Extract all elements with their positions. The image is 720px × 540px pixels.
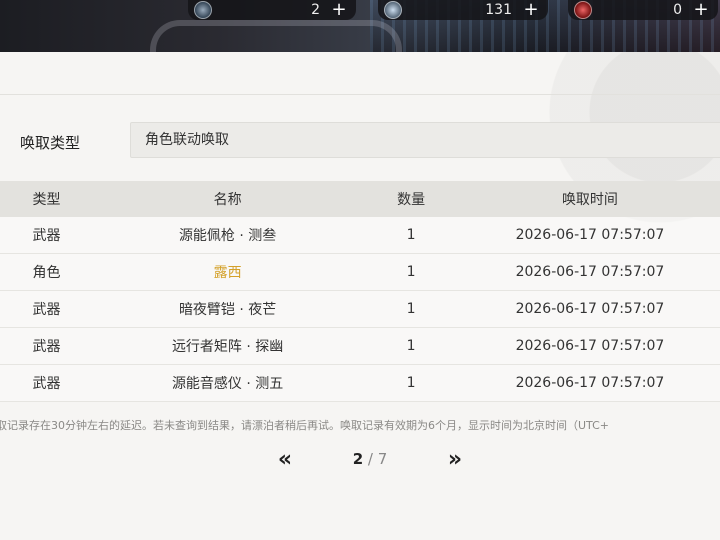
- add-currency-button[interactable]: +: [692, 1, 710, 19]
- header-type: 类型: [32, 192, 61, 208]
- current-page: 2: [352, 450, 364, 468]
- currency-amount: 131: [485, 2, 512, 18]
- table-row: 武器 源能佩枪 · 测叁 1 2026-06-17 07:57:07: [0, 217, 720, 254]
- cell-time: 2026-06-17 07:57:07: [515, 375, 665, 391]
- pagination: « 2 / 7 »: [270, 445, 470, 473]
- cell-type: 武器: [32, 302, 61, 318]
- add-currency-button[interactable]: +: [522, 1, 540, 19]
- next-page-button[interactable]: »: [440, 447, 470, 472]
- cell-quantity: 1: [406, 264, 416, 280]
- currency-bar-gem: 0 +: [568, 0, 718, 20]
- cell-quantity: 1: [406, 338, 416, 354]
- page-separator: /: [363, 450, 378, 468]
- currency-bar-token: 2 +: [188, 0, 356, 20]
- convene-type-select[interactable]: 角色联动唤取: [130, 122, 720, 158]
- cell-type: 武器: [32, 228, 61, 244]
- table-row: 武器 远行者矩阵 · 探幽 1 2026-06-17 07:57:07: [0, 328, 720, 365]
- token-icon: [194, 1, 212, 19]
- cell-quantity: 1: [406, 375, 416, 391]
- add-currency-button[interactable]: +: [330, 1, 348, 19]
- header-quantity: 数量: [397, 192, 426, 208]
- header-time: 唤取时间: [561, 192, 618, 208]
- red-gem-icon: [574, 1, 592, 19]
- cell-name: 露西: [213, 265, 242, 281]
- cell-name: 源能佩枪 · 测叁: [178, 228, 277, 244]
- records-table: 类型 名称 数量 唤取时间 武器 源能佩枪 · 测叁 1 2026-06-17 …: [0, 181, 720, 402]
- cell-time: 2026-06-17 07:57:07: [515, 301, 665, 317]
- cell-type: 角色: [32, 265, 61, 281]
- header-name: 名称: [213, 192, 242, 208]
- cell-type: 武器: [32, 339, 61, 355]
- table-header: 类型 名称 数量 唤取时间: [0, 181, 720, 217]
- filter-label: 唤取类型: [20, 134, 81, 152]
- page-indicator: 2 / 7: [353, 450, 388, 468]
- table-row: 角色 露西 1 2026-06-17 07:57:07: [0, 254, 720, 291]
- star-crystal-icon: [384, 1, 402, 19]
- cell-type: 武器: [32, 376, 61, 392]
- currency-bar-crystal: 131 +: [378, 0, 548, 20]
- cell-quantity: 1: [406, 227, 416, 243]
- cell-time: 2026-06-17 07:57:07: [515, 338, 665, 354]
- table-row: 武器 暗夜臂铠 · 夜芒 1 2026-06-17 07:57:07: [0, 291, 720, 328]
- currency-amount: 0: [673, 2, 682, 18]
- cell-name: 暗夜臂铠 · 夜芒: [178, 302, 277, 318]
- divider: [0, 94, 720, 95]
- prev-page-button[interactable]: «: [270, 447, 300, 472]
- cell-name: 远行者矩阵 · 探幽: [171, 339, 284, 355]
- cell-name: 源能音感仪 · 测五: [171, 376, 284, 392]
- total-pages: 7: [377, 450, 388, 468]
- delay-notice: 取记录存在30分钟左右的延迟。若未查询到结果，请漂泊者稍后再试。唤取记录有效期为…: [0, 419, 610, 432]
- cell-time: 2026-06-17 07:57:07: [515, 227, 665, 243]
- currency-amount: 2: [311, 2, 320, 18]
- record-panel: 唤取类型 角色联动唤取 类型 名称 数量 唤取时间 武器 源能佩枪 · 测叁 1…: [0, 52, 720, 540]
- cell-time: 2026-06-17 07:57:07: [515, 264, 665, 280]
- cell-quantity: 1: [406, 301, 416, 317]
- table-row: 武器 源能音感仪 · 测五 1 2026-06-17 07:57:07: [0, 365, 720, 402]
